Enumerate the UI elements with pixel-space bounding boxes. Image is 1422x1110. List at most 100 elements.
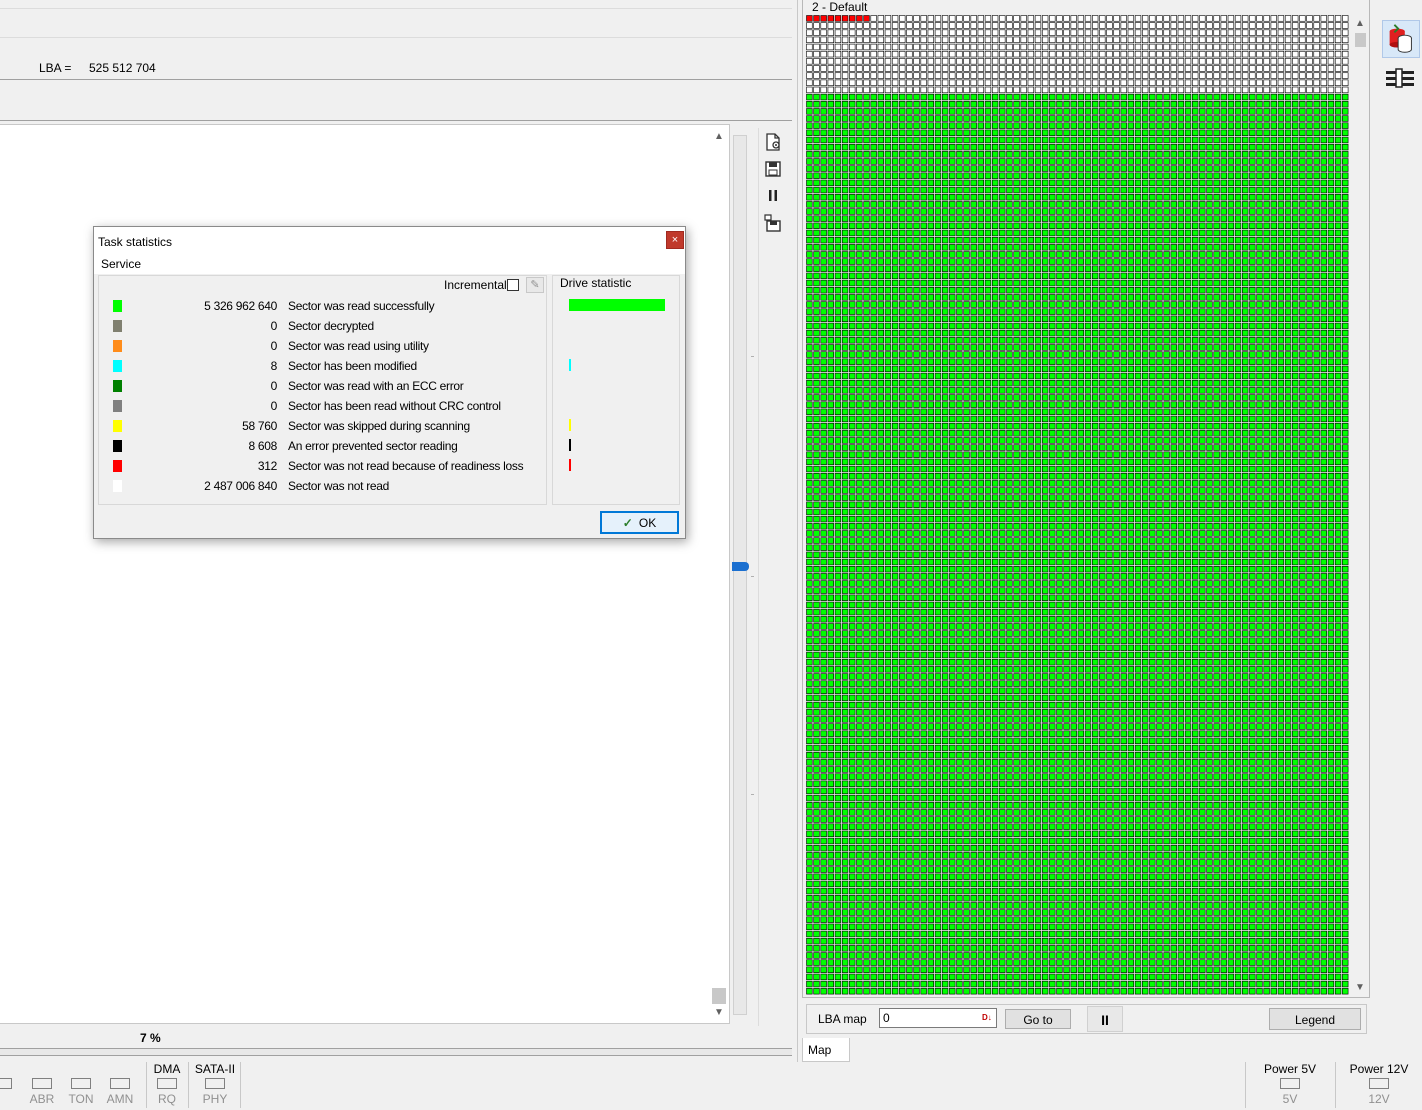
sector-block[interactable] [906,430,913,437]
sector-block[interactable] [1327,143,1335,151]
sector-block[interactable] [1134,308,1142,315]
sector-block[interactable] [1192,201,1199,208]
sector-block[interactable] [1156,415,1163,423]
sector-block[interactable] [1120,236,1127,244]
sector-block[interactable] [1342,430,1349,437]
sector-block[interactable] [1056,372,1063,380]
sector-block[interactable] [1113,287,1120,294]
sector-block[interactable] [1034,29,1042,36]
sector-block[interactable] [899,251,906,258]
sector-block[interactable] [813,65,820,72]
sector-block[interactable] [1027,337,1035,344]
sector-block[interactable] [920,15,927,22]
sector-block[interactable] [1013,337,1020,344]
sector-block[interactable] [1306,179,1313,187]
sector-block[interactable] [827,430,834,437]
sector-block[interactable] [1313,329,1320,337]
sector-block[interactable] [1334,215,1342,222]
sector-block[interactable] [949,444,956,451]
sector-block[interactable] [984,401,992,408]
sector-block[interactable] [1006,365,1013,373]
sector-block[interactable] [1156,287,1163,294]
sector-block[interactable] [1199,401,1206,408]
sector-block[interactable] [1206,194,1213,201]
sector-block[interactable] [1156,473,1163,480]
sector-block[interactable] [913,258,920,265]
sector-block[interactable] [820,465,827,473]
sector-block[interactable] [934,387,942,394]
sector-block[interactable] [1049,265,1056,272]
sector-block[interactable] [1134,29,1142,36]
sector-block[interactable] [999,122,1006,129]
sector-block[interactable] [877,473,884,480]
sector-block[interactable] [1234,258,1242,265]
sector-block[interactable] [1327,165,1335,172]
sector-block[interactable] [1227,143,1235,151]
sector-block[interactable] [1263,279,1270,287]
sector-block[interactable] [956,408,963,415]
sector-block[interactable] [877,287,884,294]
sector-block[interactable] [877,29,884,36]
sector-block[interactable] [1270,351,1277,358]
sector-block[interactable] [906,101,913,108]
sector-block[interactable] [1063,465,1070,473]
sector-block[interactable] [970,451,977,458]
sector-block[interactable] [1041,294,1049,301]
sector-block[interactable] [1177,422,1185,430]
sector-block[interactable] [1013,444,1020,451]
sector-block[interactable] [1091,394,1099,401]
sector-block[interactable] [1249,329,1256,337]
sector-block[interactable] [977,50,985,58]
sector-block[interactable] [1134,451,1142,458]
sector-block[interactable] [999,272,1006,280]
sector-block[interactable] [1313,365,1320,373]
sector-block[interactable] [1041,422,1049,430]
sector-block[interactable] [906,72,913,79]
sector-block[interactable] [1027,22,1035,29]
sector-block[interactable] [1227,401,1235,408]
sector-block[interactable] [934,93,942,101]
sector-block[interactable] [1084,108,1092,115]
sector-block[interactable] [1163,380,1170,387]
sector-block[interactable] [1041,122,1049,129]
sector-block[interactable] [891,208,899,215]
sector-block[interactable] [820,122,827,129]
sector-block[interactable] [913,58,920,65]
sector-block[interactable] [1292,143,1299,151]
sector-block[interactable] [956,43,963,51]
sector-block[interactable] [1091,387,1099,394]
sector-block[interactable] [1342,258,1349,265]
sector-block[interactable] [856,179,863,187]
sector-block[interactable] [1149,458,1156,466]
sector-block[interactable] [920,337,927,344]
sector-block[interactable] [984,394,992,401]
sector-block[interactable] [1299,108,1306,115]
sector-block[interactable] [1006,229,1013,237]
sector-block[interactable] [1149,179,1156,187]
sector-block[interactable] [1320,422,1327,430]
sector-block[interactable] [1156,465,1163,473]
sector-block[interactable] [1149,86,1156,94]
sector-block[interactable] [820,229,827,237]
sector-block[interactable] [941,251,949,258]
sector-block[interactable] [1041,36,1049,44]
sector-block[interactable] [1277,222,1285,229]
sector-block[interactable] [963,58,970,65]
sector-block[interactable] [820,115,827,122]
sector-block[interactable] [1292,351,1299,358]
sector-block[interactable] [1127,158,1135,165]
sector-block[interactable] [841,272,849,280]
sector-block[interactable] [863,151,870,158]
sector-block[interactable] [1106,351,1113,358]
sector-block[interactable] [956,165,963,172]
sector-block[interactable] [813,344,820,351]
sector-block[interactable] [1270,86,1277,94]
sector-block[interactable] [999,22,1006,29]
sector-block[interactable] [1227,79,1235,86]
sector-block[interactable] [1206,380,1213,387]
sector-block[interactable] [1077,387,1085,394]
sector-block[interactable] [934,251,942,258]
sector-block[interactable] [1034,215,1042,222]
sector-block[interactable] [1220,93,1227,101]
sector-block[interactable] [927,358,934,365]
